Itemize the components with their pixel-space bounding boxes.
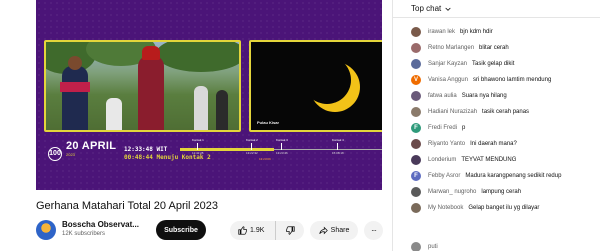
event-year: 2023 bbox=[66, 152, 75, 157]
chat-author[interactable]: irawan lek bbox=[428, 29, 455, 35]
chat-author[interactable]: Sanjar Kayzan bbox=[428, 61, 467, 67]
chat-text: blitar cerah bbox=[479, 45, 509, 51]
chat-author[interactable]: Marwan_ nugroho bbox=[428, 189, 476, 195]
main-column: Pulau Kisar 100 20 APRIL 2023 12:33:48 W… bbox=[0, 0, 392, 251]
user-avatar[interactable] bbox=[411, 155, 421, 165]
chat-text: Suara nya hilang bbox=[461, 93, 507, 99]
eclipse-sun-icon bbox=[310, 62, 360, 112]
user-avatar[interactable] bbox=[411, 27, 421, 37]
timeline-time: 13:23:46 bbox=[276, 151, 288, 155]
timeline-time: 15:08:18 bbox=[332, 151, 344, 155]
chat-text: tasik cerah panas bbox=[482, 109, 530, 115]
camera-location-label: Pulau Kisar bbox=[257, 120, 280, 125]
user-avatar[interactable]: V bbox=[411, 75, 421, 85]
share-button[interactable]: Share bbox=[310, 221, 358, 240]
chat-text: Tasik gelap dikit bbox=[472, 61, 515, 67]
chat-message: Retno Marlangen blitar cerah bbox=[411, 40, 599, 56]
chat-message: F Febby Asror Madura karangpenang sedikit … bbox=[411, 168, 599, 184]
chat-text: Gelap banget ilu yg dilayar bbox=[468, 205, 540, 211]
chat-divider bbox=[393, 17, 600, 18]
timeline-tick: Kontak 1 bbox=[192, 138, 204, 150]
more-actions-button[interactable]: ··· bbox=[364, 221, 383, 240]
user-avatar[interactable] bbox=[411, 203, 421, 213]
chat-message: My Notebook Gelap banget ilu yg dilayar bbox=[411, 200, 599, 216]
user-avatar[interactable]: F bbox=[411, 171, 421, 181]
chat-text: Ini daerah mana? bbox=[470, 141, 517, 147]
chat-author[interactable]: Febby Asror bbox=[428, 173, 460, 179]
ceremony-camera-feed bbox=[44, 40, 241, 132]
chat-author: puti bbox=[428, 244, 438, 250]
chat-message: Riyanto Yanto Ini daerah mana? bbox=[411, 136, 599, 152]
chat-text: bjn kdm hdir bbox=[460, 29, 493, 35]
chat-message: Sanjar Kayzan Tasik gelap dikit bbox=[411, 56, 599, 72]
video-title: Gerhana Matahari Total 20 April 2023 bbox=[36, 200, 219, 212]
chat-author[interactable]: My Notebook bbox=[428, 205, 463, 211]
chat-author[interactable]: Riyanto Yanto bbox=[428, 141, 465, 147]
user-avatar[interactable] bbox=[411, 187, 421, 197]
chat-author[interactable]: Vanisa Anggun bbox=[428, 77, 468, 83]
chat-author[interactable]: fatwa aulia bbox=[428, 93, 457, 99]
chat-author[interactable]: Londerium bbox=[428, 157, 456, 163]
chat-message: fatwa aulia Suara nya hilang bbox=[411, 88, 599, 104]
peak-time: 13:23:09 bbox=[259, 157, 271, 161]
timeline-tick: Kontak 3 bbox=[276, 138, 288, 150]
chat-message-list[interactable]: irawan lek bjn kdm hdir Retno Marlangen bli… bbox=[411, 24, 599, 216]
chat-text: lampung cerah bbox=[481, 189, 522, 195]
subscriber-count: 12K subscribers bbox=[62, 231, 106, 237]
channel-avatar[interactable] bbox=[36, 220, 56, 240]
chat-message: puti bbox=[411, 242, 438, 251]
local-clock: 12:33:48 WIT bbox=[124, 146, 168, 153]
share-label: Share bbox=[330, 227, 350, 234]
like-button[interactable]: 1.9K bbox=[230, 221, 276, 240]
user-avatar[interactable] bbox=[411, 139, 421, 149]
live-chat-panel: Top chat irawan lek bjn kdm hdir Retno Mar… bbox=[392, 0, 600, 251]
like-count: 1.9K bbox=[250, 227, 265, 234]
page: Pulau Kisar 100 20 APRIL 2023 12:33:48 W… bbox=[0, 0, 600, 251]
thumbs-up-icon bbox=[238, 226, 247, 235]
more-dots-icon: ··· bbox=[371, 226, 377, 235]
user-avatar[interactable] bbox=[411, 59, 421, 69]
event-date: 20 APRIL bbox=[66, 140, 117, 152]
video-player[interactable]: Pulau Kisar 100 20 APRIL 2023 12:33:48 W… bbox=[36, 0, 382, 190]
chat-message: Marwan_ nugroho lampung cerah bbox=[411, 184, 599, 200]
anniversary-logo: 100 bbox=[42, 139, 68, 189]
thumbs-down-icon bbox=[285, 226, 295, 235]
chat-text: TEYVAT MENDUNG bbox=[461, 157, 517, 163]
user-avatar[interactable] bbox=[411, 91, 421, 101]
chat-message: irawan lek bjn kdm hdir bbox=[411, 24, 599, 40]
timeline-time: 11:42:28 bbox=[192, 151, 204, 155]
chat-text: sri bhawono lamtim mendung bbox=[472, 77, 552, 83]
chevron-down-icon bbox=[445, 7, 451, 11]
chat-text: Madura karangpenang sedikit redup bbox=[465, 173, 562, 179]
subscribe-button[interactable]: Subscribe bbox=[156, 220, 206, 240]
chat-author[interactable]: Retno Marlangen bbox=[428, 45, 474, 51]
share-arrow-icon bbox=[319, 226, 328, 235]
chat-message: Londerium TEYVAT MENDUNG bbox=[411, 152, 599, 168]
contact-countdown: 00:48:44 Menuju Kontak 2 bbox=[124, 154, 211, 161]
chat-author[interactable]: Fredi Fredi bbox=[428, 125, 457, 131]
eclipse-camera-feed: Pulau Kisar bbox=[249, 40, 382, 132]
chat-message: V Vanisa Anggun sri bhawono lamtim mendung bbox=[411, 72, 599, 88]
timeline-tick: Kontak 2 bbox=[246, 138, 258, 150]
timeline-tick: Kontak 4 bbox=[332, 138, 344, 150]
user-avatar[interactable] bbox=[411, 107, 421, 117]
chat-message: Hadiani Nurazizah tasik cerah panas bbox=[411, 104, 599, 120]
user-avatar[interactable]: F bbox=[411, 123, 421, 133]
channel-name[interactable]: Bosscha Observat... bbox=[62, 220, 139, 229]
like-dislike-group: 1.9K bbox=[230, 221, 304, 240]
chat-author[interactable]: Hadiani Nurazizah bbox=[428, 109, 477, 115]
dislike-button[interactable] bbox=[276, 221, 304, 240]
chat-message: F Fredi Fredi p bbox=[411, 120, 599, 136]
chat-text: p bbox=[462, 125, 466, 131]
chat-mode-selector[interactable]: Top chat bbox=[411, 4, 452, 13]
user-avatar[interactable] bbox=[411, 43, 421, 53]
user-avatar bbox=[411, 242, 421, 251]
timeline-time: 13:22:32 bbox=[246, 151, 258, 155]
chat-mode-label: Top chat bbox=[411, 4, 442, 13]
